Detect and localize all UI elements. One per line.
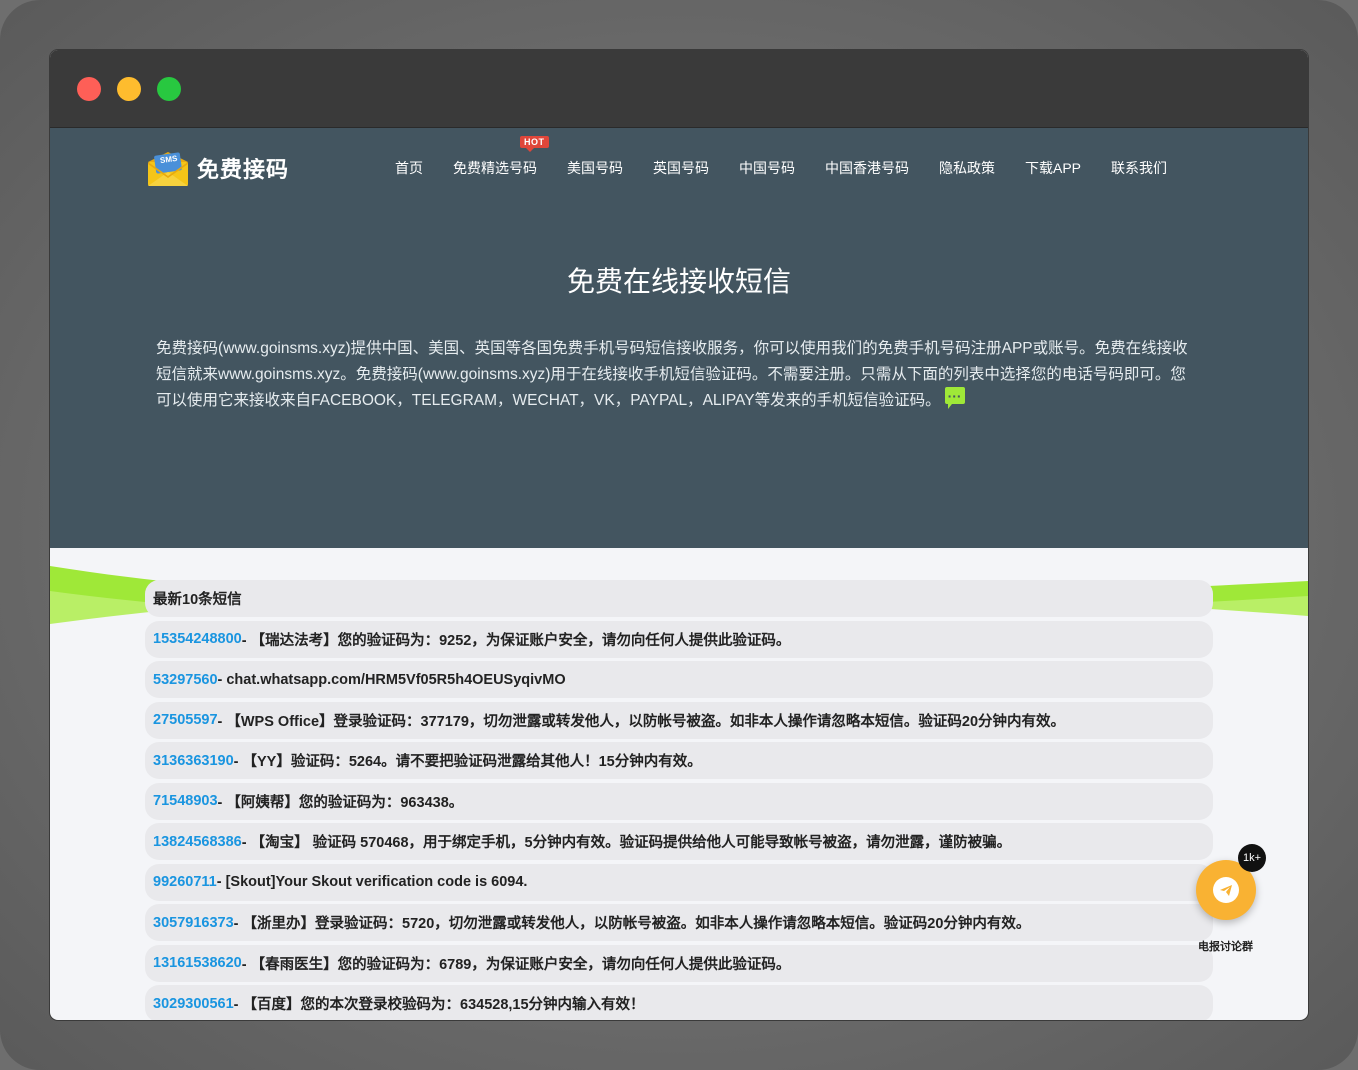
message-row: 3029300561- 【百度】您的本次登录校验码为：634528,15分钟内输… — [145, 985, 1213, 1020]
latest-messages-list: 最新10条短信 15354248800- 【瑞达法考】您的验证码为：9252，为… — [145, 580, 1213, 1020]
hero-section: SMS 免费接码 首页 HOT 免费精选号码 美国号码 英国号码 中国号码 中国… — [50, 128, 1308, 626]
page-title: 免费在线接收短信 — [566, 265, 791, 298]
envelope-sms-icon: SMS — [145, 148, 191, 188]
phone-number-link[interactable]: 27505597 — [153, 712, 218, 728]
message-row: 27505597- 【WPS Office】登录验证码：377179，切勿泄露或… — [145, 701, 1213, 739]
browser-window: SMS 免费接码 首页 HOT 免费精选号码 美国号码 英国号码 中国号码 中国… — [50, 50, 1308, 1020]
message-text: - 【淘宝】 验证码 570468，用于绑定手机，5分钟内有效。验证码提供给他人… — [241, 835, 1012, 851]
message-text: - 【WPS Office】登录验证码：377179，切勿泄露或转发他人，以防帐… — [217, 713, 1066, 730]
nav-item-uk-numbers[interactable]: 英国号码 — [653, 158, 709, 178]
phone-number-link[interactable]: 71548903 — [153, 793, 218, 809]
message-row: 15354248800- 【瑞达法考】您的验证码为：9252，为保证账户安全，请… — [145, 620, 1213, 658]
message-row: 53297560- chat.whatsapp.com/HRM5Vf05R5h4… — [145, 661, 1213, 698]
nav-item-featured-numbers[interactable]: HOT 免费精选号码 — [453, 136, 549, 178]
phone-number-link[interactable]: 13824568386 — [153, 834, 242, 850]
message-row: 3136363190- 【YY】验证码：5264。请不要把验证码泄露给其他人！1… — [145, 742, 1213, 779]
nav-item-us-numbers[interactable]: 美国号码 — [567, 158, 623, 178]
site-logo[interactable]: SMS 免费接码 — [145, 148, 289, 188]
nav-item-home[interactable]: 首页 — [395, 158, 423, 178]
nav-item-hongkong-numbers[interactable]: 中国香港号码 — [825, 158, 909, 178]
hot-badge: HOT — [520, 136, 549, 152]
message-row: 3057916373- 【浙里办】登录验证码：5720，切勿泄露或转发他人，以防… — [145, 904, 1213, 941]
message-text: - [Skout]Your Skout verification code is… — [216, 874, 528, 890]
chat-bubble-icon[interactable] — [944, 383, 965, 410]
hero-description-text: 免费接码(www.goinsms.xyz)提供中国、美国、英国等各国免费手机号码… — [156, 340, 1188, 409]
main-nav: 首页 HOT 免费精选号码 美国号码 英国号码 中国号码 中国香港号码 隐私政策… — [380, 136, 1182, 178]
nav-item-contact[interactable]: 联系我们 — [1111, 158, 1167, 178]
message-row: 13161538620- 【春雨医生】您的验证码为：6789，为保证账户安全，请… — [145, 944, 1213, 982]
message-text: - 【瑞达法考】您的验证码为：9252，为保证账户安全，请勿向任何人提供此验证码… — [241, 632, 791, 649]
nav-item-download-app[interactable]: 下载APP — [1025, 158, 1081, 178]
phone-number-link[interactable]: 53297560 — [153, 672, 218, 688]
phone-number-link[interactable]: 15354248800 — [153, 631, 242, 647]
member-count-badge: 1k+ — [1238, 844, 1266, 872]
nav-item-privacy[interactable]: 隐私政策 — [939, 158, 995, 178]
hero-description: 免费接码(www.goinsms.xyz)提供中国、美国、英国等各国免费手机号码… — [156, 336, 1196, 414]
list-header: 最新10条短信 — [145, 580, 1213, 617]
phone-number-link[interactable]: 99260711 — [153, 874, 217, 890]
close-window-button[interactable] — [77, 77, 101, 101]
nav-item-label: 免费精选号码 — [453, 160, 537, 176]
maximize-window-button[interactable] — [157, 77, 181, 101]
message-row: 99260711- [Skout]Your Skout verification… — [145, 863, 1213, 901]
message-text: - 【浙里办】登录验证码：5720，切勿泄露或转发他人，以防帐号被盗。如非本人操… — [233, 916, 1031, 932]
minimize-window-button[interactable] — [117, 77, 141, 101]
phone-number-link[interactable]: 3057916373 — [153, 915, 234, 931]
list-header-label: 最新10条短信 — [153, 592, 242, 608]
phone-number-link[interactable]: 3029300561 — [153, 996, 234, 1012]
telegram-icon — [1213, 877, 1239, 903]
window-titlebar — [50, 50, 1308, 128]
message-row: 13824568386- 【淘宝】 验证码 570468，用于绑定手机，5分钟内… — [145, 823, 1213, 860]
phone-number-link[interactable]: 3136363190 — [153, 753, 234, 769]
message-text: - 【百度】您的本次登录校验码为：634528,15分钟内输入有效！ — [233, 997, 645, 1013]
phone-number-link[interactable]: 13161538620 — [153, 955, 242, 971]
message-text: - 【YY】验证码：5264。请不要把验证码泄露给其他人！15分钟内有效。 — [233, 754, 702, 770]
message-text: - 【阿姨帮】您的验证码为：963438。 — [217, 794, 464, 811]
message-row: 71548903- 【阿姨帮】您的验证码为：963438。 — [145, 782, 1213, 820]
message-text: - chat.whatsapp.com/HRM5Vf05R5h4OEUSyqiv… — [217, 671, 566, 688]
message-text: - 【春雨医生】您的验证码为：6789，为保证账户安全，请勿向任何人提供此验证码… — [241, 956, 791, 973]
telegram-group-label[interactable]: 电报讨论群 — [1198, 938, 1253, 954]
brand-name: 免费接码 — [197, 157, 290, 182]
nav-item-china-numbers[interactable]: 中国号码 — [739, 158, 795, 178]
